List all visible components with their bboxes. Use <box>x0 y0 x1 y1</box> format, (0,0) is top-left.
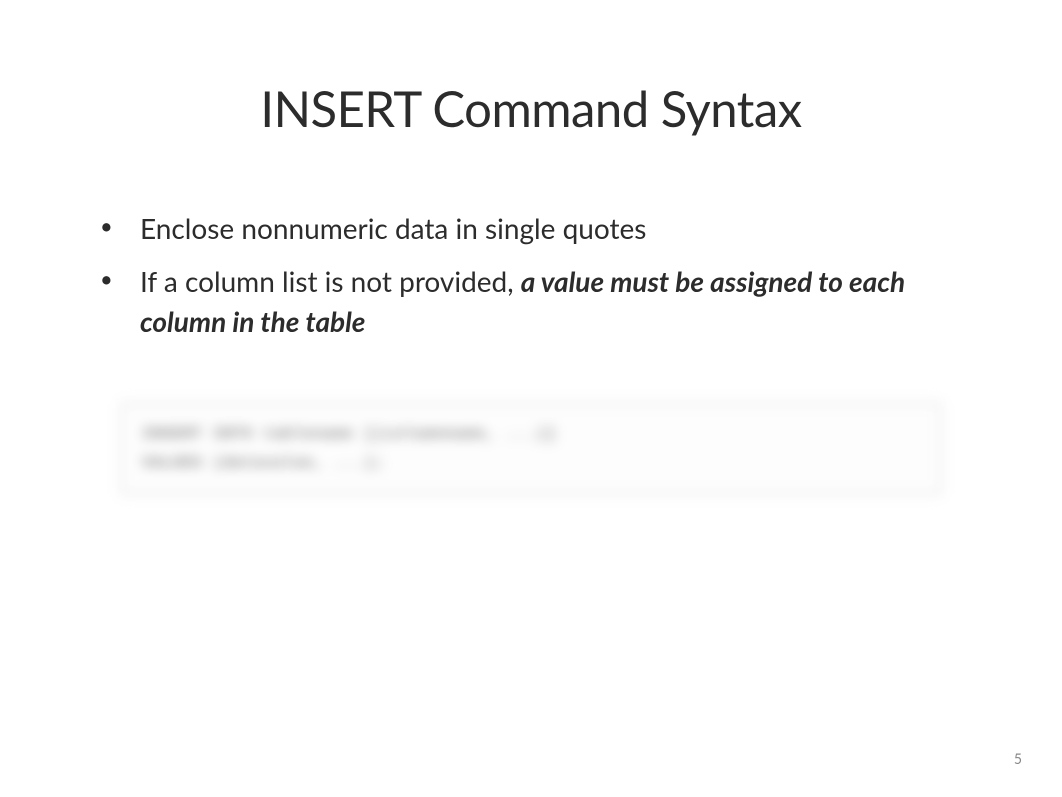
bullet-item: If a column list is not provided, a valu… <box>100 261 982 342</box>
bullet-item: Enclose nonnumeric data in single quotes <box>100 208 982 249</box>
slide-title: INSERT Command Syntax <box>80 80 982 138</box>
bullet-text: Enclose nonnumeric data in single quotes <box>140 211 646 245</box>
bullet-list: Enclose nonnumeric data in single quotes… <box>80 208 982 342</box>
slide-container: INSERT Command Syntax Enclose nonnumeric… <box>0 0 1062 797</box>
bullet-text: If a column list is not provided, <box>140 264 521 298</box>
code-line: VALUES (datavalue, ...); <box>142 449 920 478</box>
code-line: INSERT INTO tablename [(columnname, ...)… <box>142 420 920 449</box>
code-syntax-box: INSERT INTO tablename [(columnname, ...)… <box>120 402 942 496</box>
page-number: 5 <box>1014 750 1022 767</box>
